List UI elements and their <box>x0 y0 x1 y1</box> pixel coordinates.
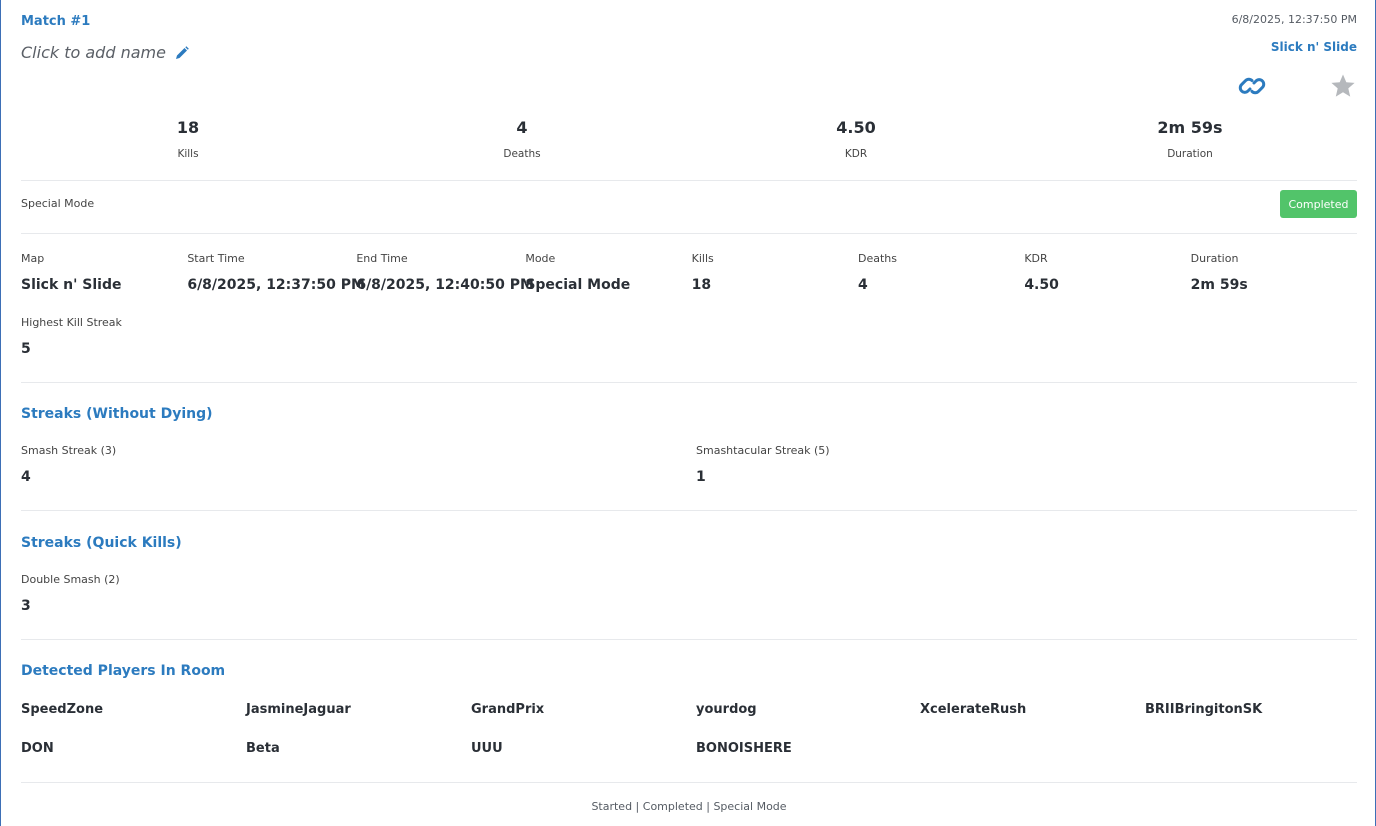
footer-status: Started | Completed | Special Mode <box>591 800 787 813</box>
summary-kdr: 4.50 KDR <box>689 118 1023 160</box>
detail-mode: Mode Special Mode <box>525 252 691 293</box>
player-name: UUU <box>471 741 503 756</box>
summary-deaths-label: Deaths <box>503 148 541 160</box>
streak-item: Smashtacular Streak (5) 1 <box>696 444 830 485</box>
detail-start-time-value: 6/8/2025, 12:37:50 PM <box>187 277 365 293</box>
detail-mode-label: Mode <box>525 252 556 265</box>
player-name: BRIIBringitonSK <box>1145 702 1263 717</box>
player-name: XcelerateRush <box>920 702 1027 717</box>
summary-duration-value: 2m 59s <box>1157 118 1223 137</box>
star-icon[interactable] <box>1330 73 1356 99</box>
summary-kdr-value: 4.50 <box>836 118 876 137</box>
detail-kdr-label: KDR <box>1024 252 1048 265</box>
match-name-row[interactable]: Click to add name <box>21 43 190 62</box>
detail-kills-label: Kills <box>691 252 714 265</box>
detail-map-label: Map <box>21 252 45 265</box>
highest-kill-streak-value: 5 <box>21 341 31 357</box>
link-icon[interactable] <box>1237 72 1267 100</box>
divider <box>21 639 1357 640</box>
status-badge: Completed <box>1280 190 1357 218</box>
summary-deaths: 4 Deaths <box>355 118 689 160</box>
streak-item: Smash Streak (3) 4 <box>21 444 116 485</box>
player-name: GrandPrix <box>471 702 545 717</box>
streak-value: 4 <box>21 469 31 485</box>
player-name: BONOISHERE <box>696 741 792 756</box>
divider <box>21 180 1357 181</box>
section-title-streaks-without-dying: Streaks (Without Dying) <box>21 406 213 422</box>
summary-kills: 18 Kills <box>21 118 355 160</box>
pencil-icon[interactable] <box>174 45 190 61</box>
summary-duration: 2m 59s Duration <box>1023 118 1357 160</box>
summary-deaths-value: 4 <box>516 118 528 137</box>
streak-value: 1 <box>696 469 706 485</box>
detail-deaths-label: Deaths <box>857 252 897 265</box>
mode-label: Special Mode <box>21 197 95 210</box>
detail-highest-kill-streak: Highest Kill Streak 5 <box>21 316 122 357</box>
detail-start-time: Start Time 6/8/2025, 12:37:50 PM <box>187 252 365 293</box>
divider <box>21 233 1357 234</box>
divider <box>21 782 1357 783</box>
detail-deaths: Deaths 4 <box>858 252 1024 293</box>
player-name: yourdog <box>696 702 757 717</box>
player-name: Beta <box>246 741 280 756</box>
detail-end-time-label: End Time <box>356 252 408 265</box>
summary-stats: 18 Kills 4 Deaths 4.50 KDR 2m 59s Durati… <box>21 118 1357 160</box>
player-name: JasmineJaguar <box>246 702 351 717</box>
detail-kills: Kills 18 <box>692 252 858 293</box>
detail-start-time-label: Start Time <box>187 252 245 265</box>
match-details: Map Slick n' Slide Start Time 6/8/2025, … <box>21 252 1357 293</box>
summary-kills-value: 18 <box>176 118 200 137</box>
detail-duration: Duration 2m 59s <box>1191 252 1357 293</box>
player-name: DON <box>21 741 54 756</box>
divider <box>21 382 1357 383</box>
section-title-detected-players: Detected Players In Room <box>21 663 226 679</box>
streak-label: Smashtacular Streak (5) <box>696 444 830 457</box>
detail-duration-label: Duration <box>1190 252 1239 265</box>
detail-kills-value: 18 <box>691 277 712 293</box>
match-title: Match #1 <box>21 14 91 29</box>
summary-duration-label: Duration <box>1167 148 1213 160</box>
streak-item: Double Smash (2) 3 <box>21 573 120 614</box>
detail-map: Map Slick n' Slide <box>21 252 187 293</box>
divider <box>21 510 1357 511</box>
detail-deaths-value: 4 <box>857 277 868 293</box>
detail-map-value: Slick n' Slide <box>21 277 122 293</box>
summary-kdr-label: KDR <box>844 148 868 160</box>
map-link[interactable]: Slick n' Slide <box>1271 40 1357 54</box>
player-name: SpeedZone <box>21 702 104 717</box>
detail-kdr-value: 4.50 <box>1024 277 1059 293</box>
streak-value: 3 <box>21 598 31 614</box>
detail-mode-value: Special Mode <box>525 277 631 293</box>
detail-duration-value: 2m 59s <box>1190 277 1248 293</box>
match-timestamp: 6/8/2025, 12:37:50 PM <box>1231 13 1357 26</box>
summary-kills-label: Kills <box>177 148 199 160</box>
streak-label: Smash Streak (3) <box>21 444 117 457</box>
match-card: Match #1 Click to add name 6/8/2025, 12:… <box>0 0 1376 826</box>
highest-kill-streak-label: Highest Kill Streak <box>21 316 122 329</box>
streak-label: Double Smash (2) <box>21 573 120 586</box>
section-title-streaks-quick-kills: Streaks (Quick Kills) <box>21 535 182 551</box>
match-name-placeholder[interactable]: Click to add name <box>21 43 166 62</box>
detail-end-time-value: 6/8/2025, 12:40:50 PM <box>356 277 534 293</box>
detail-kdr: KDR 4.50 <box>1024 252 1190 293</box>
detail-end-time: End Time 6/8/2025, 12:40:50 PM <box>356 252 534 293</box>
